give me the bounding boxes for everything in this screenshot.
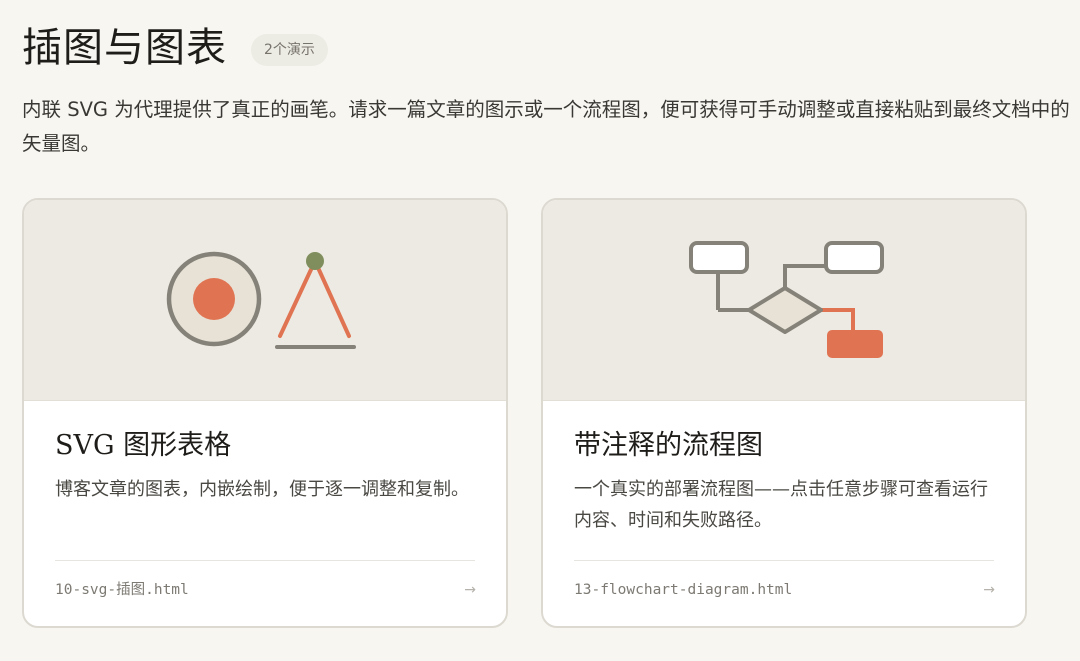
card-thumbnail [24,200,506,401]
page-header: 插图与图表 2个演示 [22,22,328,74]
card-description: 博客文章的图表，内嵌绘制，便于逐一调整和复制。 [55,479,469,500]
card-divider [574,560,994,561]
triangle-left-edge [278,259,317,338]
flowchart-illustration-icon [689,241,884,358]
card-filename: 13-flowchart-diagram.html [574,582,793,598]
triangle-apex-dot [306,252,324,270]
demo-count-badge: 2个演示 [251,34,328,66]
card-filename: 10-svg-插图.html [55,582,189,598]
arrow-right-icon: → [983,582,995,598]
card-divider [55,560,475,561]
flow-decision-diamond [747,286,823,334]
flow-node-bottom-right [827,330,883,358]
circle-and-triangle-illustration-icon [166,251,356,349]
demo-card-svg-illustration[interactable]: SVG 图形表格 博客文章的图表，内嵌绘制，便于逐一调整和复制。 10-svg-… [22,198,508,628]
card-thumbnail [543,200,1025,401]
card-title: 带注释的流程图 [574,430,763,461]
triangle-right-edge [313,259,351,338]
page-title: 插图与图表 [22,25,227,71]
card-title: SVG 图形表格 [55,430,232,461]
flow-node-top-left [689,241,749,274]
connector-top-right [783,264,826,288]
demo-card-flowchart[interactable]: 带注释的流程图 一个真实的部署流程图——点击任意步骤可查看运行内容、时间和失败路… [541,198,1027,628]
card-description: 一个真实的部署流程图——点击任意步骤可查看运行内容、时间和失败路径。 [574,479,988,531]
connector-bottom-right [821,308,855,330]
arrow-right-icon: → [464,582,476,598]
intro-text: 内联 SVG 为代理提供了真正的画笔。请求一篇文章的图示或一个流程图，便可获得可… [22,98,1070,155]
flow-node-top-right [824,241,884,274]
inner-dot-shape [193,278,235,320]
